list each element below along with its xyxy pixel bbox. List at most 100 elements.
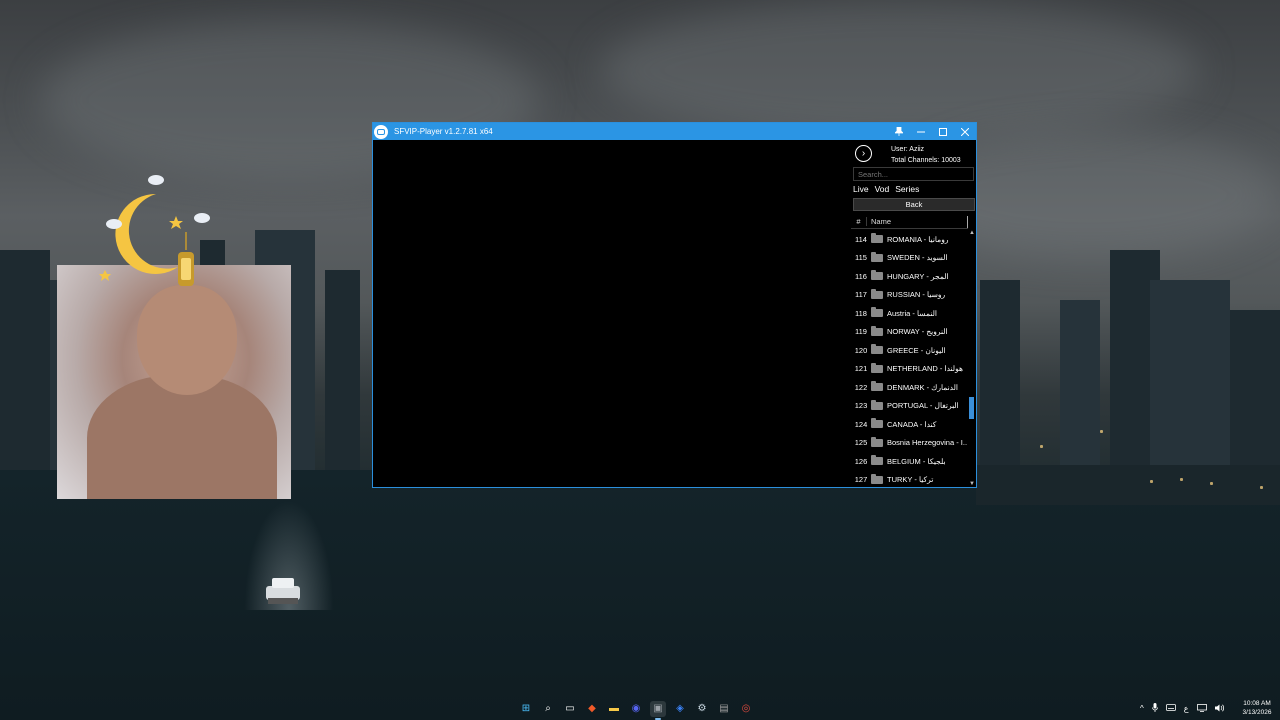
taskbar: ⊞ ⌕ ▭ ◆ ▬ ◉ ▣ ◈ ⚙ ▤ ◎ ^ ع 10:08 AM 3/13/2026 [0, 697, 1280, 720]
sync-app-icon[interactable]: ◈ [672, 701, 688, 717]
folder-icon [871, 307, 883, 318]
channel-row[interactable]: 115 SWEDEN - السويد [851, 249, 968, 268]
folder-icon [871, 344, 883, 355]
channel-list-header: # Name [851, 215, 968, 229]
column-number-header[interactable]: # [851, 217, 867, 226]
channel-row[interactable]: 114 ROMANIA - رومانيا [851, 230, 968, 249]
channel-number: 122 [854, 382, 868, 392]
folder-icon [871, 381, 883, 392]
channel-name: SWEDEN - السويد [887, 253, 948, 263]
ferry-boat [266, 578, 300, 604]
channel-number: 120 [854, 345, 868, 355]
channel-name: HUNGARY - المجر [887, 271, 949, 281]
folder-icon [871, 418, 883, 429]
task-view-icon[interactable]: ▭ [562, 701, 578, 717]
channel-row[interactable]: 124 CANADA - كندا [851, 415, 968, 434]
windows-start-icon[interactable]: ⊞ [518, 701, 534, 717]
tab-vod[interactable]: Vod [875, 184, 890, 194]
system-tray: ^ ع [1140, 697, 1225, 720]
channel-name: Bosnia Herzegovina - I... [887, 438, 967, 448]
channel-row[interactable]: 125 Bosnia Herzegovina - I... [851, 434, 968, 453]
channel-name: TURKY - تركيا [887, 475, 934, 485]
close-button[interactable] [954, 123, 976, 140]
volume-icon[interactable] [1214, 704, 1225, 714]
channel-list: 114 ROMANIA - رومانيا 115 SWEDEN - السويد 11… [851, 230, 968, 487]
scroll-down-arrow-icon[interactable]: ▼ [969, 481, 975, 487]
channel-row[interactable]: 122 DENMARK - الدنمارك [851, 378, 968, 397]
maximize-button[interactable] [932, 123, 954, 140]
channel-sidebar: › User: Aziiz Total Channels: 10003 Live… [851, 140, 976, 487]
channel-row[interactable]: 119 NORWAY - النرويج [851, 323, 968, 342]
xbox-app-icon[interactable]: ▤ [716, 701, 732, 717]
channel-name: NORWAY - النرويج [887, 327, 948, 337]
folder-icon [871, 362, 883, 373]
channel-number: 116 [855, 271, 867, 281]
channel-number: 119 [855, 327, 867, 337]
channel-number: 127 [854, 475, 868, 485]
minimize-button[interactable] [910, 123, 932, 140]
app-logo-icon [374, 124, 388, 139]
keyboard-icon[interactable] [1165, 704, 1176, 713]
channel-row[interactable]: 120 GREECE - اليونان [851, 341, 968, 360]
column-name-header[interactable]: Name [867, 215, 968, 228]
folder-icon [871, 288, 883, 299]
taskbar-apps: ⊞ ⌕ ▭ ◆ ▬ ◉ ▣ ◈ ⚙ ▤ ◎ [518, 697, 754, 720]
channel-list-scrollbar[interactable]: ▲ ▼ [968, 230, 976, 487]
next-arrow-button[interactable]: › [855, 145, 872, 162]
window-title: SFVIP-Player v1.2.7.81 x64 [394, 127, 493, 136]
pin-button[interactable] [888, 123, 910, 140]
channel-name: CANADA - كندا [887, 419, 937, 429]
channel-name: RUSSIAN - روسيا [887, 290, 946, 300]
title-bar[interactable]: SFVIP-Player v1.2.7.81 x64 [373, 123, 976, 140]
minimize-icon [917, 131, 925, 132]
channel-row[interactable]: 127 TURKY - تركيا [851, 471, 968, 488]
channel-number: 118 [855, 308, 867, 318]
tab-live[interactable]: Live [853, 184, 869, 194]
back-button[interactable]: Back [853, 198, 975, 211]
search-icon[interactable]: ⌕ [540, 701, 556, 717]
channel-number: 117 [855, 290, 867, 300]
channel-row[interactable]: 116 HUNGARY - المجر [851, 267, 968, 286]
channel-row[interactable]: 117 RUSSIAN - روسيا [851, 286, 968, 305]
crescent-moon-lantern-decoration [99, 175, 210, 286]
channel-name: NETHERLAND - هولندا [887, 364, 963, 374]
taskbar-clock[interactable]: 10:08 AM 3/13/2026 [1238, 699, 1276, 717]
user-info: User: Aziiz Total Channels: 10003 [891, 144, 961, 166]
channel-number: 121 [854, 364, 868, 374]
scroll-thumb[interactable] [969, 396, 974, 419]
channel-row[interactable]: 121 NETHERLAND - هولندا [851, 360, 968, 379]
file-explorer-icon[interactable]: ▬ [606, 701, 622, 717]
scroll-up-arrow-icon[interactable]: ▲ [969, 230, 975, 236]
folder-icon [871, 233, 883, 244]
channel-number: 126 [854, 456, 868, 466]
sfvip-player-icon[interactable]: ▣ [650, 700, 666, 720]
channel-name: PORTUGAL - البرتغال [887, 401, 959, 411]
channel-row[interactable]: 126 BELGIUM - بلجيكا [851, 452, 968, 471]
tab-series[interactable]: Series [895, 184, 919, 194]
brave-browser-icon[interactable]: ◆ [584, 701, 600, 717]
video-player-area[interactable] [373, 140, 851, 487]
discord-icon[interactable]: ◉ [628, 701, 644, 717]
close-icon [961, 127, 969, 136]
microphone-icon[interactable] [1151, 703, 1158, 714]
channel-row[interactable]: 118 Austria - النمسا [851, 304, 968, 323]
channel-name: BELGIUM - بلجيكا [887, 456, 946, 466]
search-input[interactable] [853, 167, 974, 181]
chrome-icon[interactable]: ◎ [738, 701, 754, 717]
channel-number: 123 [854, 401, 868, 411]
channel-name: ROMANIA - رومانيا [887, 234, 949, 244]
steam-icon[interactable]: ⚙ [694, 701, 710, 717]
network-icon[interactable] [1196, 703, 1207, 714]
channel-name: GREECE - اليونان [887, 345, 946, 355]
channel-row[interactable]: 123 PORTUGAL - البرتغال [851, 397, 968, 416]
tray-overflow-chevron-icon[interactable]: ^ [1140, 704, 1144, 713]
channel-number: 124 [854, 419, 868, 429]
chevron-right-icon: › [861, 147, 866, 159]
pin-icon [895, 127, 903, 136]
folder-icon [871, 270, 883, 281]
input-language-indicator[interactable]: ع [1184, 704, 1189, 713]
folder-icon [871, 473, 883, 484]
clock-date: 3/13/2026 [1242, 709, 1272, 716]
total-channels-label: Total Channels: 10003 [891, 157, 961, 164]
folder-icon [871, 436, 883, 447]
